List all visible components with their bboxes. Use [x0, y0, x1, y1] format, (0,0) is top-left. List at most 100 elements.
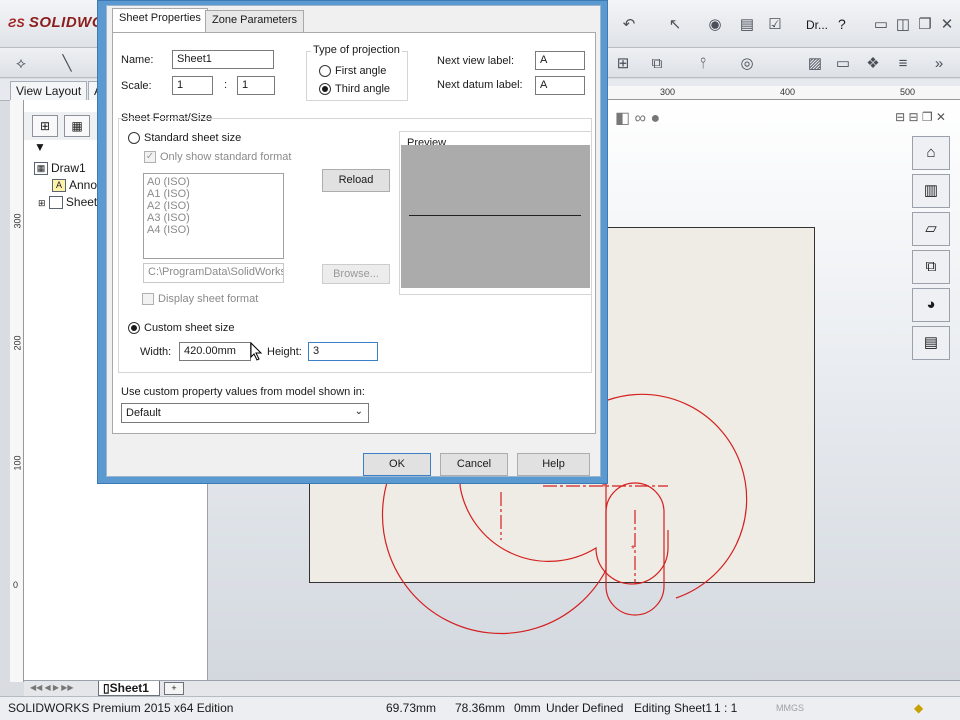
shaded-icon[interactable]: ▨ — [804, 52, 826, 74]
only-standard-checkbox[interactable]: ✓ — [144, 151, 156, 163]
design-library-icon[interactable]: ▥ — [912, 174, 950, 208]
filter-icon[interactable]: ▼ — [34, 140, 46, 154]
rebuild-status-icon[interactable]: ◆ — [914, 701, 923, 715]
add-sheet-icon[interactable]: + — [164, 682, 184, 695]
home-icon[interactable]: ⌂ — [912, 136, 950, 170]
rebuild-icon[interactable]: ◉ — [704, 13, 726, 35]
standard-size-list[interactable]: A0 (ISO) A1 (ISO) A2 (ISO) A3 (ISO) A4 (… — [143, 173, 284, 259]
mirror-icon[interactable]: ⫯ — [692, 52, 714, 74]
ruler-label: 0 — [13, 580, 18, 590]
name-input[interactable]: Sheet1 — [172, 50, 274, 69]
first-angle-label[interactable]: First angle — [335, 65, 386, 77]
standard-size-radio[interactable] — [128, 132, 140, 144]
ds-logo-icon: ƧS — [8, 16, 29, 30]
task-pane: ⌂ ▥ ▱ ⧉ ◕ ▤ — [912, 136, 952, 366]
more-chevron-icon[interactable]: » — [928, 52, 950, 74]
file-explorer-icon[interactable]: ▱ — [912, 212, 950, 246]
minimize-icon[interactable]: ▭ — [870, 13, 892, 35]
tile-icon[interactable]: ◫ — [892, 13, 914, 35]
units-label[interactable]: MMGS — [776, 703, 804, 713]
only-standard-label: Only show standard format — [160, 151, 291, 163]
list-item[interactable]: A2 (ISO) — [147, 200, 280, 212]
custom-prop-select[interactable]: Default ⌄ — [121, 403, 369, 423]
custom-prop-value: Default — [126, 407, 161, 419]
custom-size-radio[interactable] — [128, 322, 140, 334]
tab-view-layout[interactable]: View Layout — [10, 81, 87, 100]
options-icon[interactable]: ☑ — [764, 13, 786, 35]
smart-dimension-icon[interactable]: ⟡ — [10, 52, 32, 74]
feature-tree-tab-icon[interactable]: ⊞ — [32, 115, 58, 137]
display-style-icon[interactable]: ◧ — [615, 110, 630, 127]
first-angle-radio[interactable] — [319, 65, 331, 77]
standard-size-label[interactable]: Standard sheet size — [144, 132, 241, 144]
tab-sheet-properties[interactable]: Sheet Properties — [112, 8, 208, 33]
undo-icon[interactable]: ↶ — [618, 13, 640, 35]
next-view-input[interactable]: A — [535, 51, 585, 70]
sheet-tab[interactable]: ▯Sheet1 — [98, 681, 160, 696]
annotation-icon: A — [52, 179, 66, 192]
next-datum-label: Next datum label: — [437, 79, 523, 91]
line-icon[interactable]: ╲ — [56, 52, 78, 74]
tab-zone-parameters[interactable]: Zone Parameters — [205, 10, 304, 32]
scale-numerator-input[interactable]: 1 — [172, 76, 213, 95]
tree-root-draw1[interactable]: ▦Draw1 — [34, 161, 86, 175]
next-view-label: Next view label: — [437, 55, 514, 67]
scene-icon[interactable]: ● — [650, 110, 660, 127]
document-name[interactable]: Dr... — [806, 18, 828, 32]
appearance-icon[interactable]: ❖ — [862, 52, 884, 74]
hide-show-icon[interactable]: ∞ — [635, 110, 646, 127]
box-icon[interactable]: ▭ — [832, 52, 854, 74]
appearances-icon[interactable]: ◕ — [912, 288, 950, 322]
width-label: Width: — [140, 346, 171, 358]
help-button[interactable]: Help — [517, 453, 590, 476]
cancel-button[interactable]: Cancel — [440, 453, 508, 476]
chevron-down-icon: ⌄ — [355, 406, 363, 417]
list-item[interactable]: A4 (ISO) — [147, 224, 280, 236]
restore-icon[interactable]: ❐ — [914, 13, 936, 35]
sketch-arc-mid[interactable] — [460, 486, 668, 584]
list-item[interactable]: A1 (ISO) — [147, 188, 280, 200]
height-input[interactable]: 3 — [308, 342, 378, 361]
ruler-horizontal: 300 400 500 — [608, 86, 960, 100]
grid-icon[interactable]: ⊞ — [612, 52, 634, 74]
list-item[interactable]: A3 (ISO) — [147, 212, 280, 224]
scale-label[interactable]: 1 : 1 — [714, 701, 737, 715]
name-label: Name: — [121, 54, 153, 66]
coord-y: 78.36mm — [455, 701, 505, 715]
ruler-label: 100 — [13, 455, 23, 470]
format-preview — [401, 145, 590, 288]
custom-prop-label: Use custom property values from model sh… — [121, 386, 365, 398]
edition-label: SOLIDWORKS Premium 2015 x64 Edition — [8, 701, 233, 715]
scale-denominator-input[interactable]: 1 — [237, 76, 275, 95]
width-input[interactable]: 420.00mm — [179, 342, 251, 361]
list-item[interactable]: A0 (ISO) — [147, 176, 280, 188]
ruler-label: 300 — [13, 213, 23, 228]
help-icon[interactable]: ? — [838, 16, 846, 32]
tree-item-annotations[interactable]: AAnno — [52, 178, 97, 192]
select-arrow-icon[interactable]: ↖ — [664, 13, 686, 35]
block-icon[interactable]: ⧉ — [646, 52, 668, 74]
browse-button[interactable]: Browse... — [322, 264, 390, 284]
list-icon[interactable]: ≡ — [892, 52, 914, 74]
file-properties-icon[interactable]: ▤ — [736, 13, 758, 35]
preview-line — [409, 215, 581, 216]
tree-item-sheet[interactable]: ⊞ Sheet — [38, 195, 97, 209]
sheet-nav-arrows[interactable]: ◀◀ ◀ ▶ ▶▶ — [30, 683, 74, 692]
offset-icon[interactable]: ◎ — [736, 52, 758, 74]
third-angle-radio[interactable] — [319, 83, 331, 95]
sketch-slot[interactable] — [606, 483, 664, 615]
next-datum-input[interactable]: A — [535, 76, 585, 95]
ok-button[interactable]: OK — [363, 453, 431, 476]
close-icon[interactable]: ✕ — [936, 13, 958, 35]
format-path-input[interactable]: C:\ProgramData\SolidWorks — [143, 263, 284, 283]
view-palette-icon[interactable]: ⧉ — [912, 250, 950, 284]
window-controls[interactable]: ⊟ ⊟ ❐ ✕ — [895, 110, 946, 124]
custom-properties-icon[interactable]: ▤ — [912, 326, 950, 360]
display-format-checkbox[interactable] — [142, 293, 154, 305]
third-angle-label[interactable]: Third angle — [335, 83, 390, 95]
property-tab-icon[interactable]: ▦ — [64, 115, 90, 137]
expand-icon[interactable]: ⊞ — [38, 198, 46, 208]
custom-size-label[interactable]: Custom sheet size — [144, 322, 234, 334]
reload-button[interactable]: Reload — [322, 169, 390, 192]
projection-title: Type of projection — [311, 44, 402, 56]
